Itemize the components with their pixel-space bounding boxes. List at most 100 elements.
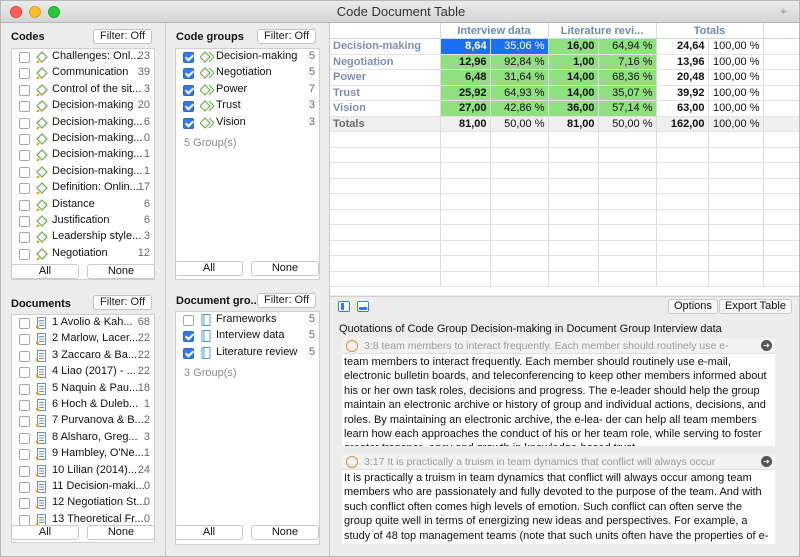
table-cell[interactable]: 50,00 % (598, 116, 657, 132)
row-header[interactable]: Trust (330, 85, 441, 101)
checkbox[interactable] (183, 347, 194, 359)
table-cell[interactable]: 100,00 % (708, 38, 764, 55)
code-item[interactable]: 39 Communication (12, 65, 154, 81)
document-item[interactable]: 0 11 Decision-maki... (12, 479, 154, 495)
documents-all-button[interactable]: All (11, 525, 79, 540)
codes-none-button[interactable]: None (87, 264, 155, 279)
table-cell[interactable]: 8,64 (440, 38, 491, 55)
column-header[interactable]: Totals (656, 23, 764, 39)
table-cell[interactable]: 24,64 (656, 38, 709, 55)
code-group-item[interactable]: 5 Negotiation (176, 65, 319, 81)
checkbox[interactable] (183, 101, 194, 113)
code-item[interactable]: 6 Distance (12, 197, 154, 213)
table-cell[interactable]: 12,96 (440, 54, 491, 70)
code-item[interactable]: 0 Decision-making... (12, 131, 154, 147)
checkbox[interactable] (19, 215, 30, 227)
checkbox[interactable] (19, 465, 30, 477)
go-to-quotation-icon[interactable]: ➜ (761, 456, 772, 467)
table-cell[interactable]: 35,06 % (490, 38, 549, 55)
table-cell[interactable]: 64,93 % (490, 85, 549, 101)
code-group-item[interactable]: 3 Trust (176, 98, 319, 114)
totals-row[interactable]: Totals 81,00 50,00 % 81,00 50,00 % 162,00 100,… (330, 116, 799, 132)
table-cell[interactable]: 31,64 % (490, 69, 549, 86)
code-group-item[interactable]: 7 Power (176, 82, 319, 98)
checkbox[interactable] (183, 52, 194, 63)
checkbox[interactable] (19, 150, 30, 162)
checkbox[interactable] (19, 449, 30, 461)
document-item[interactable]: 22 3 Zaccaro & Ba... (12, 348, 154, 364)
checkbox[interactable] (19, 101, 30, 113)
documents-none-button[interactable]: None (87, 525, 155, 540)
code-groups-all-button[interactable]: All (175, 261, 243, 276)
document-groups-all-button[interactable]: All (175, 525, 243, 540)
checkbox[interactable] (19, 367, 30, 379)
code-item[interactable]: 6 Decision-making... (12, 115, 154, 131)
document-item[interactable]: 24 10 Lilian (2014)... (12, 463, 154, 479)
checkbox[interactable] (19, 199, 30, 211)
options-button[interactable]: Options (668, 299, 718, 314)
code-item[interactable]: 3 Leadership style... (12, 229, 154, 245)
code-item[interactable]: 12 Negotiation (12, 246, 154, 262)
table-cell[interactable]: 50,00 % (490, 116, 549, 132)
checkbox[interactable] (183, 117, 194, 129)
row-header[interactable]: Power (330, 69, 441, 86)
quotation[interactable]: 3:8 team members to interact frequently.… (342, 338, 775, 446)
table-cell[interactable]: 16,00 (548, 38, 599, 55)
checkbox[interactable] (19, 166, 30, 178)
checkbox[interactable] (19, 232, 30, 244)
document-item[interactable]: 68 1 Avolio & Kah... (12, 315, 154, 331)
row-header[interactable]: Totals (330, 116, 441, 132)
checkbox[interactable] (19, 133, 30, 145)
code-group-item[interactable]: 5 Decision-making (176, 49, 319, 65)
checkbox[interactable] (19, 498, 30, 510)
table-cell[interactable]: 100,00 % (708, 54, 764, 70)
codes-all-button[interactable]: All (11, 264, 79, 279)
checkbox[interactable] (19, 383, 30, 395)
layout-bottom-icon[interactable] (357, 301, 369, 312)
code-item[interactable]: 3 Control of the sit... (12, 82, 154, 98)
checkbox[interactable] (19, 84, 30, 96)
row-header[interactable]: Negotiation (330, 54, 441, 70)
table-cell[interactable]: 42,86 % (490, 100, 549, 117)
checkbox[interactable] (19, 68, 30, 80)
table-cell[interactable]: 35,07 % (598, 85, 657, 101)
table-cell[interactable]: 100,00 % (708, 116, 764, 132)
layout-left-icon[interactable] (338, 301, 350, 312)
go-to-quotation-icon[interactable]: ➜ (761, 340, 772, 351)
checkbox[interactable] (19, 334, 30, 346)
checkbox[interactable] (19, 117, 30, 129)
code-group-item[interactable]: 3 Vision (176, 115, 319, 131)
document-group-item[interactable]: 5 Literature review (176, 345, 319, 361)
checkbox[interactable] (19, 52, 30, 63)
table-cell[interactable]: 92,84 % (490, 54, 549, 70)
table-cell[interactable]: 1,00 (548, 54, 599, 70)
table-cell[interactable]: 63,00 (656, 100, 709, 117)
table-cell[interactable]: 100,00 % (708, 85, 764, 101)
code-groups-list[interactable]: 5 Decision-making 5 Negotiation 7 Power 3 Trust… (175, 48, 320, 280)
pin-icon[interactable]: ⌖ (780, 4, 787, 19)
table-cell[interactable]: 14,00 (548, 69, 599, 86)
code-document-table[interactable]: Interview data Literature revi... Totals… (330, 23, 799, 295)
document-item[interactable]: 18 5 Naquin & Pau... (12, 381, 154, 397)
checkbox[interactable] (183, 315, 194, 326)
code-item[interactable]: 1 Decision-making... (12, 147, 154, 163)
quotation-reference-bar[interactable]: 3:17 It is practically a truism in team … (342, 454, 775, 470)
document-group-item[interactable]: 5 Frameworks (176, 312, 319, 328)
document-item[interactable]: 0 12 Negotiation St... (12, 495, 154, 511)
column-header[interactable]: Interview data (440, 23, 549, 39)
code-item[interactable]: 23 Challenges: Onl... (12, 49, 154, 65)
code-item[interactable]: 6 Justification (12, 213, 154, 229)
code-item[interactable]: 1 Decision-making... (12, 164, 154, 180)
table-row[interactable]: Trust 25,92 64,93 % 14,00 35,07 % 39,92 100,00… (330, 85, 799, 101)
codes-filter-button[interactable]: Filter: Off (93, 29, 153, 44)
table-cell[interactable]: 81,00 (440, 116, 491, 132)
table-cell[interactable]: 6,48 (440, 69, 491, 86)
row-header[interactable]: Decision-making (330, 38, 441, 55)
table-cell[interactable]: 57,14 % (598, 100, 657, 117)
table-cell[interactable]: 27,00 (440, 100, 491, 117)
checkbox[interactable] (183, 331, 194, 343)
column-header[interactable]: Literature revi... (548, 23, 657, 39)
code-groups-filter-button[interactable]: Filter: Off (257, 29, 317, 44)
document-item[interactable]: 19 Hambley, O'Ne... (12, 446, 154, 462)
checkbox[interactable] (19, 399, 30, 411)
